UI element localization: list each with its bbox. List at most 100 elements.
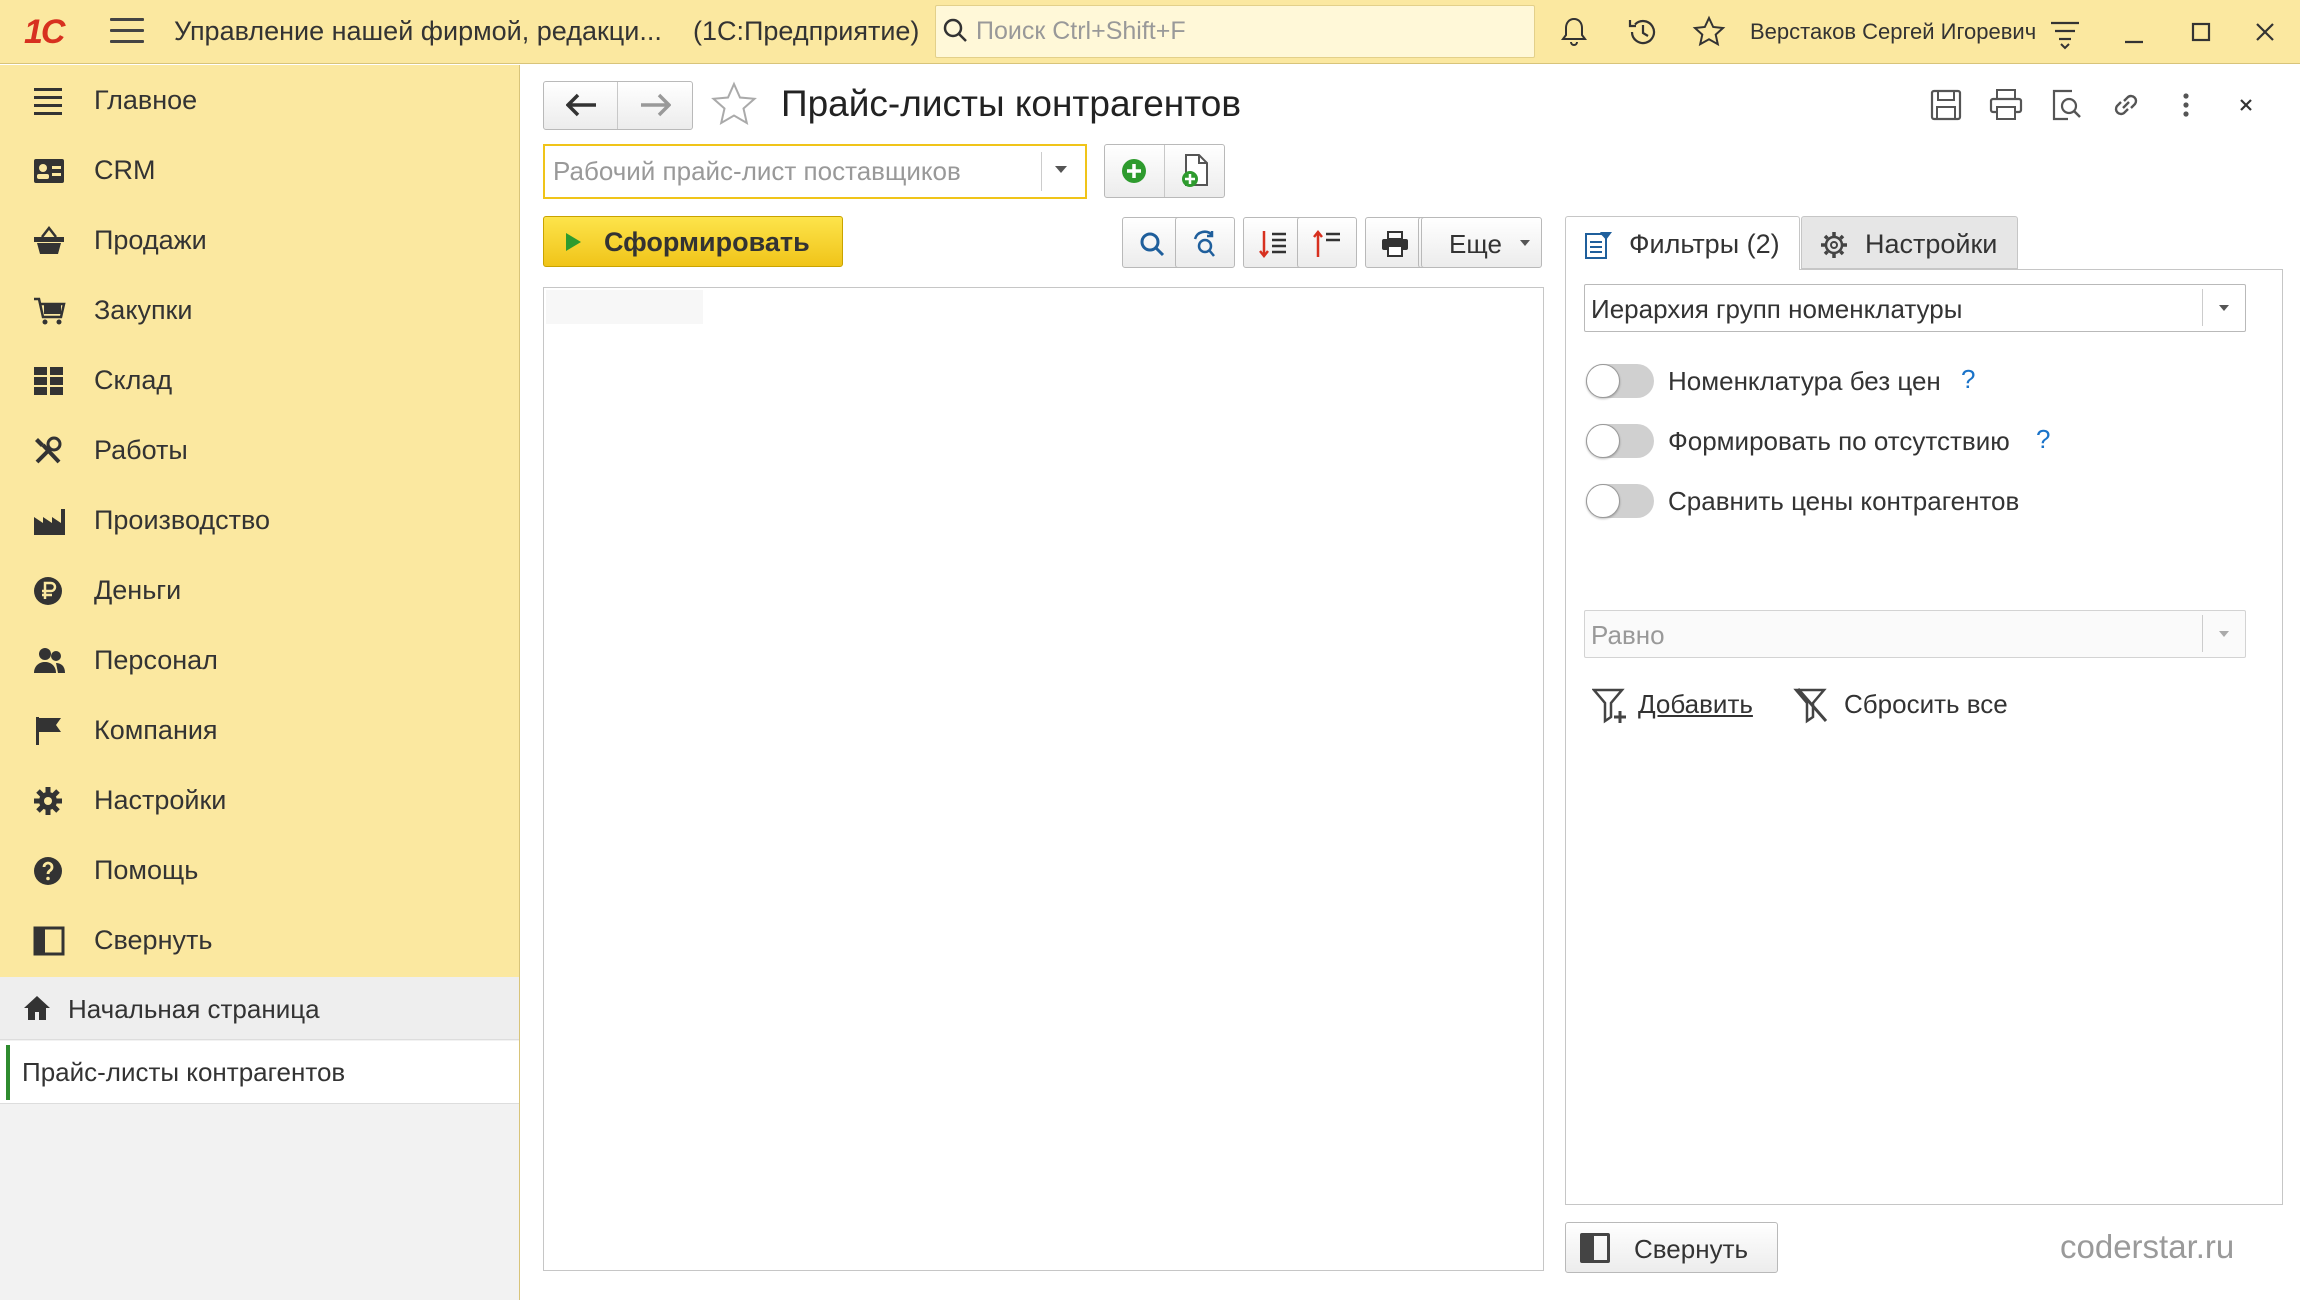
create-button[interactable] bbox=[1105, 145, 1165, 197]
search-icon bbox=[1140, 232, 1165, 257]
divider bbox=[1041, 152, 1042, 191]
title-bar: 1С Управление нашей фирмой, редакци... (… bbox=[0, 0, 2300, 64]
search-input[interactable] bbox=[976, 6, 1516, 57]
search-next-icon bbox=[1193, 230, 1215, 257]
sidebar-item-company[interactable]: Компания bbox=[0, 695, 519, 765]
copy-button[interactable] bbox=[1166, 145, 1226, 197]
toggle-row-compare: Сравнить цены контрагентов bbox=[1586, 482, 2236, 522]
generate-button[interactable]: Сформировать bbox=[543, 216, 843, 267]
sidebar-item-label: Работы bbox=[94, 434, 188, 465]
save-icon[interactable] bbox=[1928, 87, 1964, 123]
close-icon[interactable] bbox=[2247, 14, 2283, 50]
app-logo[interactable]: 1С bbox=[24, 13, 65, 52]
preview-icon[interactable] bbox=[2048, 87, 2084, 123]
by-absence-label: Формировать по отсутствию bbox=[1668, 426, 2010, 456]
sidebar-item-collapse[interactable]: Свернуть bbox=[0, 905, 519, 975]
add-circle-icon bbox=[1122, 159, 1146, 183]
filter-add-icon bbox=[1592, 688, 1626, 724]
toggle-knob bbox=[1586, 424, 1620, 458]
filter-list-icon bbox=[1585, 232, 1612, 259]
more-vertical-icon[interactable] bbox=[2168, 87, 2204, 123]
report-cell[interactable] bbox=[546, 290, 703, 324]
toggle-row-no-prices: Номенклатура без цен ? bbox=[1586, 362, 2236, 402]
user-name[interactable]: Верстаков Сергей Игоревич bbox=[1750, 19, 2036, 45]
gear-icon bbox=[1821, 232, 1847, 258]
more-label: Еще bbox=[1449, 229, 1502, 259]
sidebar-item-sales[interactable]: Продажи bbox=[0, 205, 519, 275]
open-window-item[interactable]: Прайс-листы контрагентов bbox=[0, 1041, 519, 1104]
price-list-select[interactable] bbox=[543, 144, 1087, 199]
by-absence-toggle[interactable] bbox=[1586, 424, 1654, 458]
play-icon bbox=[566, 233, 581, 251]
print-icon bbox=[1382, 231, 1408, 257]
add-buttons bbox=[1104, 144, 1225, 198]
sidebar-item-label: CRM bbox=[94, 154, 156, 185]
link-icon[interactable] bbox=[2108, 87, 2144, 123]
page-title: Прайс-листы контрагентов bbox=[781, 83, 1241, 124]
sidebar-item-money[interactable]: Деньги bbox=[0, 555, 519, 625]
sidebar-item-label: Склад bbox=[94, 364, 173, 395]
divider bbox=[2202, 615, 2203, 652]
sidebar-item-works[interactable]: Работы bbox=[0, 415, 519, 485]
menu-settings-icon[interactable] bbox=[2047, 14, 2083, 50]
app-title: Управление нашей фирмой, редакци... bbox=[174, 16, 662, 46]
sidebar-item-purchases[interactable]: Закупки bbox=[0, 275, 519, 345]
hierarchy-select[interactable]: Иерархия групп номенклатуры bbox=[1584, 284, 2246, 332]
comparison-select[interactable]: Равно bbox=[1584, 610, 2246, 658]
toggle-knob bbox=[1586, 484, 1620, 518]
reset-filters-link[interactable]: Сбросить все bbox=[1792, 683, 2032, 727]
tab-filters[interactable]: Фильтры (2) bbox=[1565, 216, 1800, 270]
sidebar-item-production[interactable]: Производство bbox=[0, 485, 519, 555]
forward-button[interactable] bbox=[619, 82, 693, 129]
bell-icon[interactable] bbox=[1556, 14, 1592, 50]
people-icon bbox=[34, 648, 65, 673]
comparison-value: Равно bbox=[1591, 620, 1665, 650]
no-prices-toggle[interactable] bbox=[1586, 364, 1654, 398]
sidebar-item-warehouse[interactable]: Склад bbox=[0, 345, 519, 415]
tab-settings[interactable]: Настройки bbox=[1801, 216, 2018, 269]
back-button[interactable] bbox=[544, 82, 618, 129]
chevron-down-icon bbox=[1520, 240, 1530, 246]
more-button[interactable]: Еще bbox=[1421, 217, 1542, 268]
sidebar-item-settings[interactable]: Настройки bbox=[0, 765, 519, 835]
chevron-down-icon[interactable] bbox=[2219, 305, 2229, 311]
home-page-item[interactable]: Начальная страница bbox=[0, 977, 519, 1040]
global-search[interactable] bbox=[935, 5, 1535, 58]
find-next-button[interactable] bbox=[1175, 217, 1235, 268]
favorite-star-icon[interactable] bbox=[709, 81, 759, 129]
app-subtitle: (1С:Предприятие) bbox=[693, 16, 920, 46]
price-list-input[interactable] bbox=[553, 146, 1033, 197]
toggle-row-absence: Формировать по отсутствию ? bbox=[1586, 422, 2236, 462]
print-icon[interactable] bbox=[1988, 87, 2024, 123]
expand-all-button[interactable] bbox=[1243, 217, 1303, 268]
flag-icon bbox=[36, 717, 61, 745]
open-window-label: Прайс-листы контрагентов bbox=[22, 1057, 346, 1087]
sidebar-item-crm[interactable]: CRM bbox=[0, 135, 519, 205]
collapse-panel-button[interactable]: Свернуть bbox=[1565, 1222, 1778, 1273]
compare-prices-toggle[interactable] bbox=[1586, 484, 1654, 518]
sidebar-item-label: Производство bbox=[94, 504, 271, 535]
sort-up-icon bbox=[1313, 229, 1340, 257]
sidebar-item-help[interactable]: Помощь bbox=[0, 835, 519, 905]
add-filter-link[interactable]: Добавить bbox=[1592, 683, 1772, 727]
history-icon[interactable] bbox=[1625, 14, 1661, 50]
sidebar-item-personnel[interactable]: Персонал bbox=[0, 625, 519, 695]
chevron-down-icon[interactable] bbox=[1055, 166, 1067, 173]
print-button[interactable] bbox=[1365, 217, 1425, 268]
minimize-icon[interactable] bbox=[2116, 14, 2152, 50]
star-icon[interactable] bbox=[1691, 14, 1727, 50]
collapse-label: Свернуть bbox=[1634, 1234, 1749, 1264]
maximize-icon[interactable] bbox=[2183, 14, 2219, 50]
help-link[interactable]: ? bbox=[1961, 364, 1975, 395]
compare-prices-label: Сравнить цены контрагентов bbox=[1668, 486, 2020, 516]
collapse-all-button[interactable] bbox=[1297, 217, 1357, 268]
generate-label: Сформировать bbox=[604, 227, 810, 257]
help-link[interactable]: ? bbox=[2036, 424, 2050, 455]
sidebar-item-main[interactable]: Главное bbox=[0, 65, 519, 135]
report-spreadsheet[interactable] bbox=[543, 287, 1544, 1271]
sidebar-item-label: Главное bbox=[94, 84, 198, 115]
find-button[interactable] bbox=[1122, 217, 1182, 268]
close-form-icon[interactable] bbox=[2228, 87, 2264, 123]
hamburger-menu-icon[interactable] bbox=[110, 18, 144, 46]
sidebar: Главное CRM Продажи Закупки Склад Работы… bbox=[0, 65, 520, 977]
